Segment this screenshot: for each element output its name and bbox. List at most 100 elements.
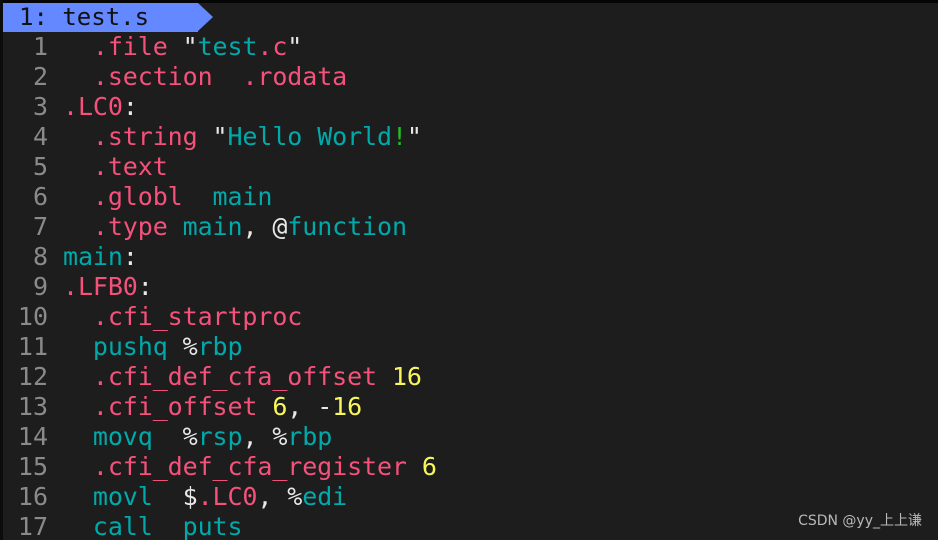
- code-token: .LC0: [63, 92, 123, 121]
- code-token: rbp: [197, 332, 243, 361]
- code-token: :: [122, 242, 138, 271]
- code-line[interactable]: 16 movl $.LC0, %edi: [3, 482, 938, 512]
- line-code: call puts: [63, 512, 243, 540]
- code-token: ,: [242, 422, 273, 451]
- code-line[interactable]: 2 .section .rodata: [3, 62, 938, 92]
- tab-test-s[interactable]: 1: test.s: [3, 3, 198, 32]
- code-token: Hello World: [227, 122, 392, 151]
- code-token: @: [272, 212, 288, 241]
- tab-arrow-separator: [198, 3, 213, 31]
- code-token: :: [122, 92, 138, 121]
- line-code: .string "Hello World!": [63, 122, 422, 152]
- code-token: function: [287, 212, 407, 241]
- line-number: 2: [32, 62, 48, 91]
- code-token: .cfi_offset: [92, 392, 258, 421]
- code-token: rsp: [197, 422, 243, 451]
- code-token: main: [63, 242, 123, 271]
- line-number: 12: [17, 362, 48, 391]
- code-token: movl: [92, 482, 153, 511]
- line-code: movq %rsp, %rbp: [63, 422, 332, 452]
- code-line[interactable]: 14 movq %rsp, %rbp: [3, 422, 938, 452]
- tabline: 1: test.s: [3, 3, 938, 32]
- code-token: $: [182, 482, 198, 511]
- line-code: .LFB0:: [63, 272, 153, 302]
- code-line[interactable]: 4 .string "Hello World!": [3, 122, 938, 152]
- code-token: movq: [92, 422, 153, 451]
- code-line[interactable]: 5 .text: [3, 152, 938, 182]
- code-line[interactable]: 15 .cfi_def_cfa_register 6: [3, 452, 938, 482]
- code-token: ,: [242, 212, 273, 241]
- line-code: .cfi_def_cfa_register 6: [63, 452, 437, 482]
- line-number: 13: [17, 392, 48, 421]
- code-line[interactable]: 9 .LFB0:: [3, 272, 938, 302]
- code-line[interactable]: 7 .type main, @function: [3, 212, 938, 242]
- code-token: .cfi_startproc: [92, 302, 303, 331]
- code-token: .LFB0: [63, 272, 138, 301]
- code-token: 16: [332, 392, 363, 421]
- code-line[interactable]: 8 main:: [3, 242, 938, 272]
- code-token: .type: [92, 212, 168, 241]
- code-token: edi: [302, 482, 348, 511]
- code-token: ": [197, 122, 228, 151]
- code-token: %: [287, 482, 303, 511]
- code-line[interactable]: 13 .cfi_offset 6, -16: [3, 392, 938, 422]
- code-token: :: [137, 272, 153, 301]
- code-token: 6: [421, 452, 437, 481]
- code-token: ,: [257, 482, 288, 511]
- code-line[interactable]: 12 .cfi_def_cfa_offset 16: [3, 362, 938, 392]
- line-code: movl $.LC0, %edi: [63, 482, 347, 512]
- line-code: pushq %rbp: [63, 332, 243, 362]
- code-token: pushq: [92, 332, 168, 361]
- code-token: %: [182, 422, 198, 451]
- line-number: 8: [32, 242, 48, 271]
- line-code: .file "test.c": [63, 32, 302, 62]
- line-number: 14: [17, 422, 48, 451]
- code-line[interactable]: 1 .file "test.c": [3, 32, 938, 62]
- line-number: 16: [17, 482, 48, 511]
- line-number: 10: [17, 302, 48, 331]
- code-token: main: [212, 182, 273, 211]
- code-line[interactable]: 11 pushq %rbp: [3, 332, 938, 362]
- line-number: 11: [17, 332, 48, 361]
- code-token: ": [406, 122, 422, 151]
- code-editor[interactable]: 1 .file "test.c" 2 .section .rodata 3 .LC0:…: [3, 32, 938, 540]
- code-token: call: [92, 512, 153, 540]
- code-line[interactable]: 3 .LC0:: [3, 92, 938, 122]
- line-code: .section .rodata: [63, 62, 347, 92]
- line-number: 3: [32, 92, 48, 121]
- code-line[interactable]: 6 .globl main: [3, 182, 938, 212]
- line-number: 4: [32, 122, 48, 151]
- code-token: .file: [92, 32, 168, 61]
- line-number: 15: [17, 452, 48, 481]
- code-token: .cfi_def_cfa_register: [92, 452, 407, 481]
- line-number: 6: [32, 182, 48, 211]
- code-token: .c: [257, 32, 288, 61]
- code-token: %: [272, 422, 288, 451]
- code-line[interactable]: 10 .cfi_startproc: [3, 302, 938, 332]
- code-token: 16: [391, 362, 422, 391]
- code-token: -: [317, 392, 333, 421]
- code-token: main: [182, 212, 243, 241]
- line-code: .cfi_startproc: [63, 302, 302, 332]
- line-code: .text: [63, 152, 168, 182]
- line-number: 17: [17, 512, 48, 540]
- code-token: .string: [92, 122, 198, 151]
- line-number: 7: [32, 212, 48, 241]
